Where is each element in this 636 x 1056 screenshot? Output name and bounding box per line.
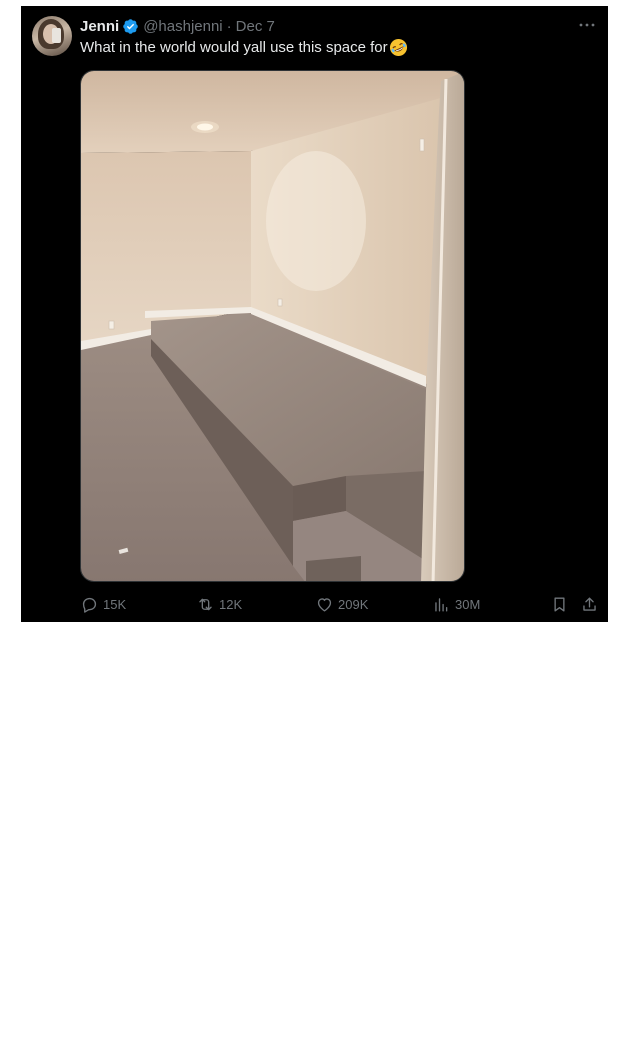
author-handle[interactable]: @hashjenni — [143, 18, 222, 35]
rolling-on-floor-laughing-emoji-icon — [389, 38, 408, 57]
share-icon — [583, 596, 596, 611]
retweet-button[interactable]: 12K — [196, 592, 242, 616]
separator: · — [226, 17, 232, 35]
views-chart-icon — [435, 597, 448, 612]
reply-count: 15K — [103, 596, 127, 612]
bookmark-icon — [554, 596, 565, 612]
retweet-count: 12K — [219, 596, 243, 612]
more-options-icon[interactable] — [578, 18, 596, 32]
tweet-actions: 15K 12K 209K 30M — [80, 592, 602, 616]
tweet-text-row: What in the world would yall use this sp… — [80, 38, 408, 57]
share-button[interactable] — [580, 592, 603, 616]
tweet-date[interactable]: Dec 7 — [236, 18, 275, 35]
heart-icon — [317, 597, 332, 612]
tweet-text: What in the world would yall use this sp… — [80, 39, 388, 56]
avatar[interactable] — [32, 16, 72, 56]
view-count: 30M — [455, 596, 481, 612]
views-button[interactable]: 30M — [432, 592, 480, 616]
bookmark-button[interactable] — [550, 592, 573, 616]
avatar-phone — [52, 28, 61, 43]
retweet-icon — [199, 598, 212, 610]
like-count: 209K — [338, 596, 369, 612]
verified-badge-icon — [122, 18, 139, 35]
reply-button[interactable]: 15K — [80, 592, 126, 616]
room-photo — [81, 71, 464, 581]
like-button[interactable]: 209K — [315, 592, 368, 616]
tweet-card[interactable]: Jenni @hashjenni · Dec 7 What in the wor… — [21, 6, 608, 622]
reply-icon — [82, 597, 97, 613]
author-name[interactable]: Jenni — [80, 18, 119, 35]
tweet-photo[interactable] — [80, 70, 465, 582]
tweet-header: Jenni @hashjenni · Dec 7 — [80, 16, 275, 36]
